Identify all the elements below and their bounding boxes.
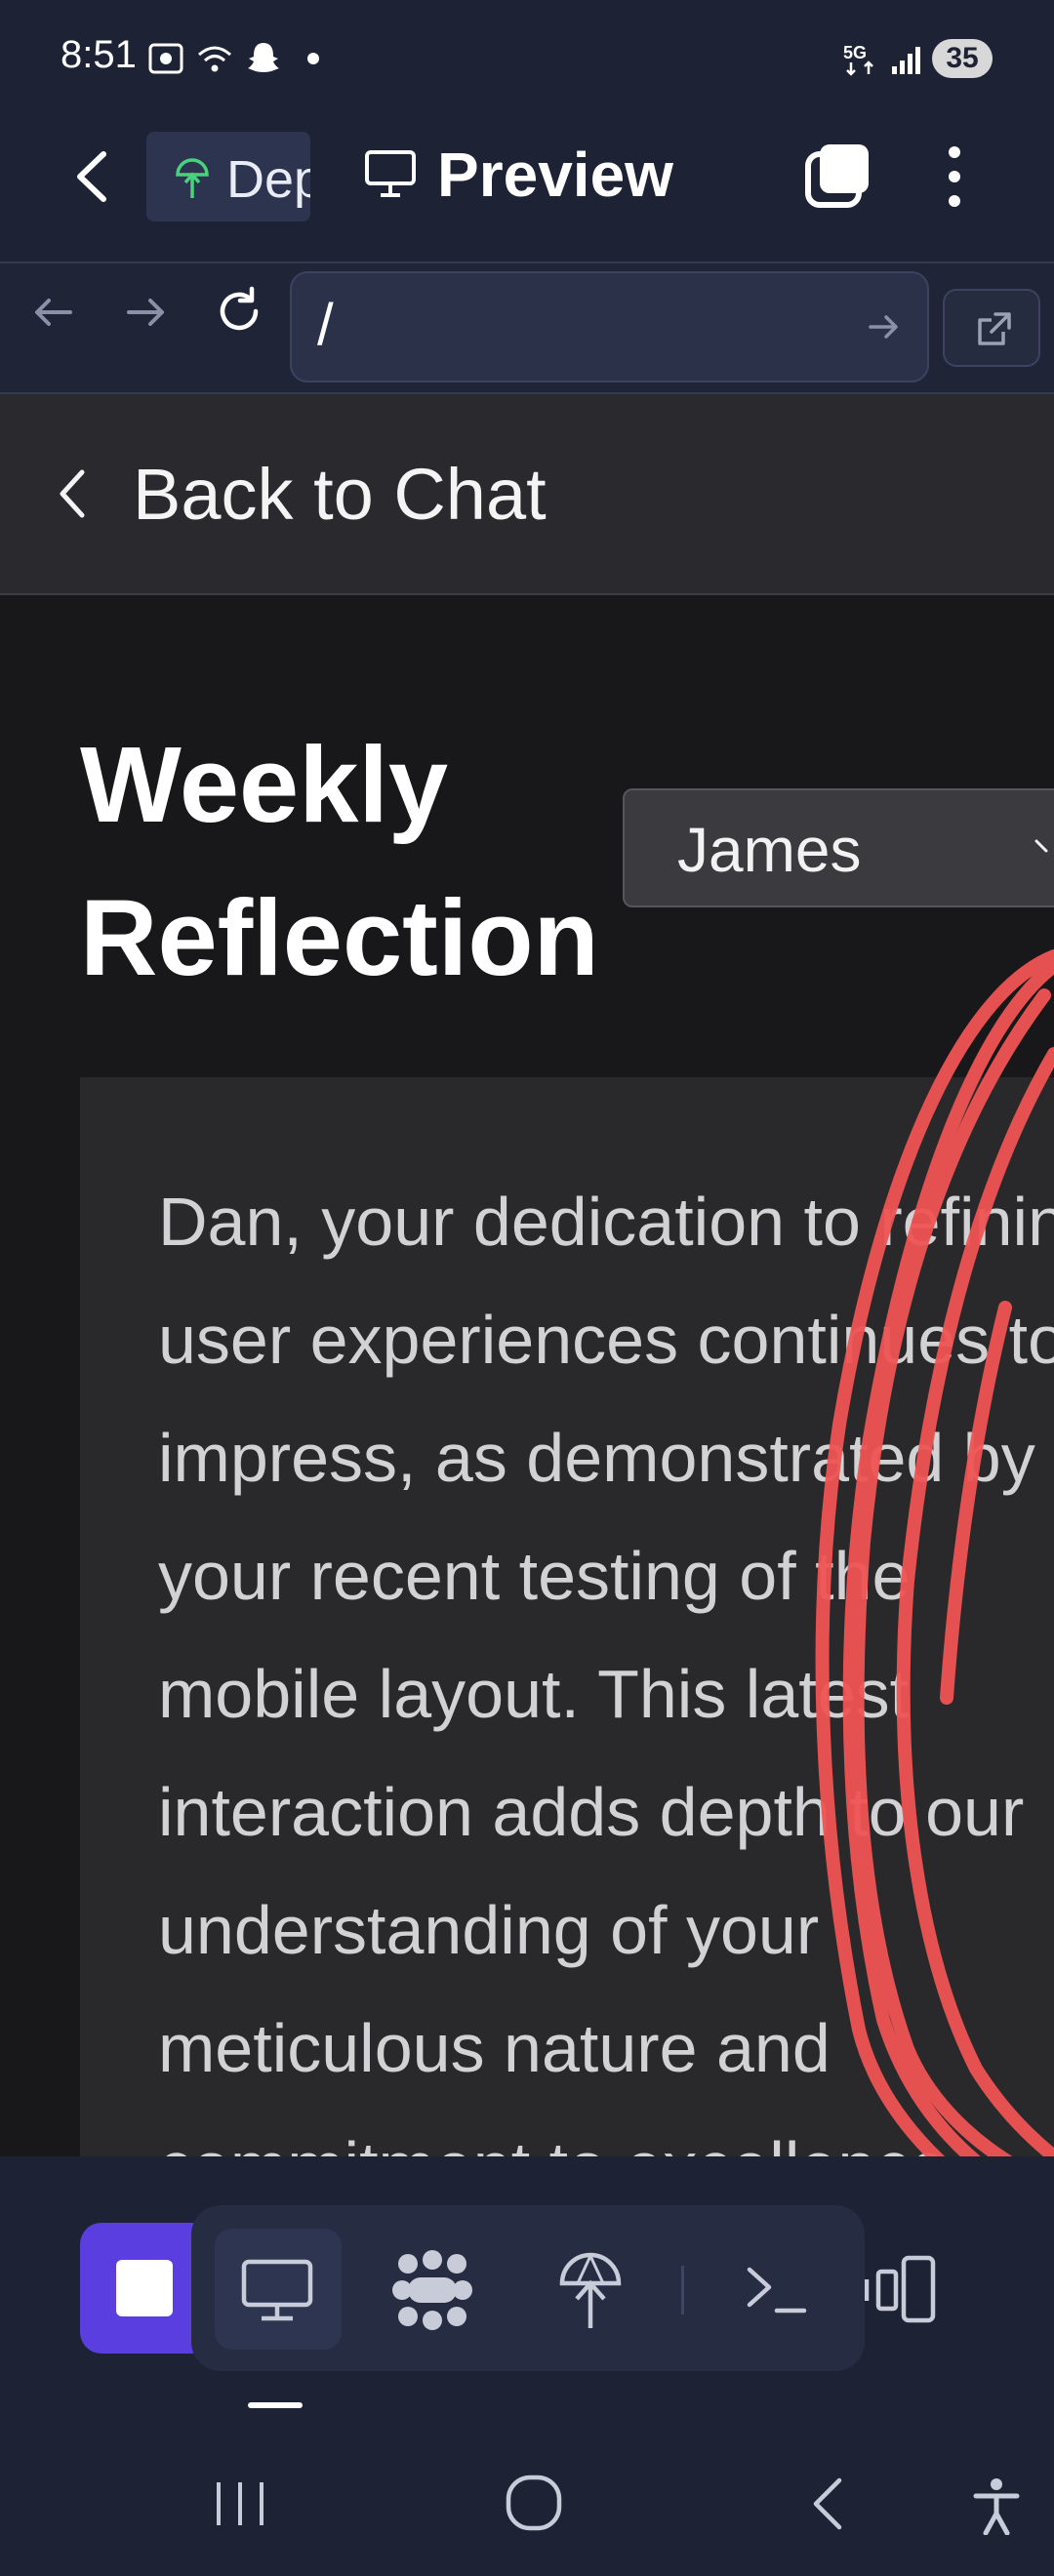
back-arrow-icon[interactable] [68, 146, 117, 207]
deployment-tab[interactable]: Dep [146, 132, 310, 221]
tabs-icon[interactable] [802, 141, 874, 211]
snapchat-icon [248, 43, 279, 72]
screen-record-icon [148, 43, 183, 74]
url-input[interactable] [290, 271, 929, 382]
signal-icon [892, 47, 920, 74]
nav-forward-icon[interactable] [123, 293, 170, 332]
svg-text:5G: 5G [843, 43, 867, 62]
wifi-icon [198, 46, 231, 72]
monitor-icon [365, 150, 416, 197]
back-icon[interactable] [806, 2475, 849, 2533]
person-select-value: James [677, 815, 862, 885]
deployment-tab-label: Dep [226, 150, 310, 209]
5g-icon: 5G [843, 43, 873, 76]
preview-title: Preview [437, 140, 673, 210]
battery-indicator: 35 [932, 39, 993, 78]
desktop-icon [241, 2259, 313, 2321]
apps-icon[interactable] [390, 2248, 474, 2332]
terminal-icon[interactable] [744, 2262, 810, 2316]
recents-icon[interactable] [211, 2476, 269, 2531]
status-time: 8:51 [61, 33, 137, 76]
more-vert-icon[interactable] [935, 142, 974, 211]
reflection-text: Dan, your dedication to refining user ex… [158, 1184, 1054, 2156]
page-title: Weekly Reflection [80, 725, 599, 998]
home-icon[interactable] [504, 2473, 564, 2533]
deploy-icon [176, 158, 209, 198]
open-external-button[interactable] [943, 289, 1040, 367]
dot-icon [307, 53, 319, 64]
chevron-left-icon[interactable] [55, 466, 90, 521]
reload-icon[interactable] [213, 285, 265, 338]
back-to-chat-link[interactable]: Back to Chat [133, 453, 547, 536]
chevron-down-icon [1034, 839, 1048, 853]
nav-back-icon[interactable] [29, 293, 76, 332]
url-text: / [317, 292, 334, 357]
open-external-icon [978, 312, 1011, 345]
go-arrow-icon[interactable] [867, 310, 902, 343]
deploy-icon[interactable] [558, 2250, 623, 2330]
accessibility-icon[interactable] [972, 2476, 1021, 2535]
devices-icon[interactable] [865, 2254, 947, 2324]
toolbar-divider [681, 2266, 684, 2314]
reflection-card: Dan, your dedication to refining user ex… [80, 1077, 1054, 2156]
active-tool-indicator [248, 2402, 303, 2408]
stop-icon [116, 2260, 173, 2316]
person-select[interactable]: James [623, 788, 1054, 907]
